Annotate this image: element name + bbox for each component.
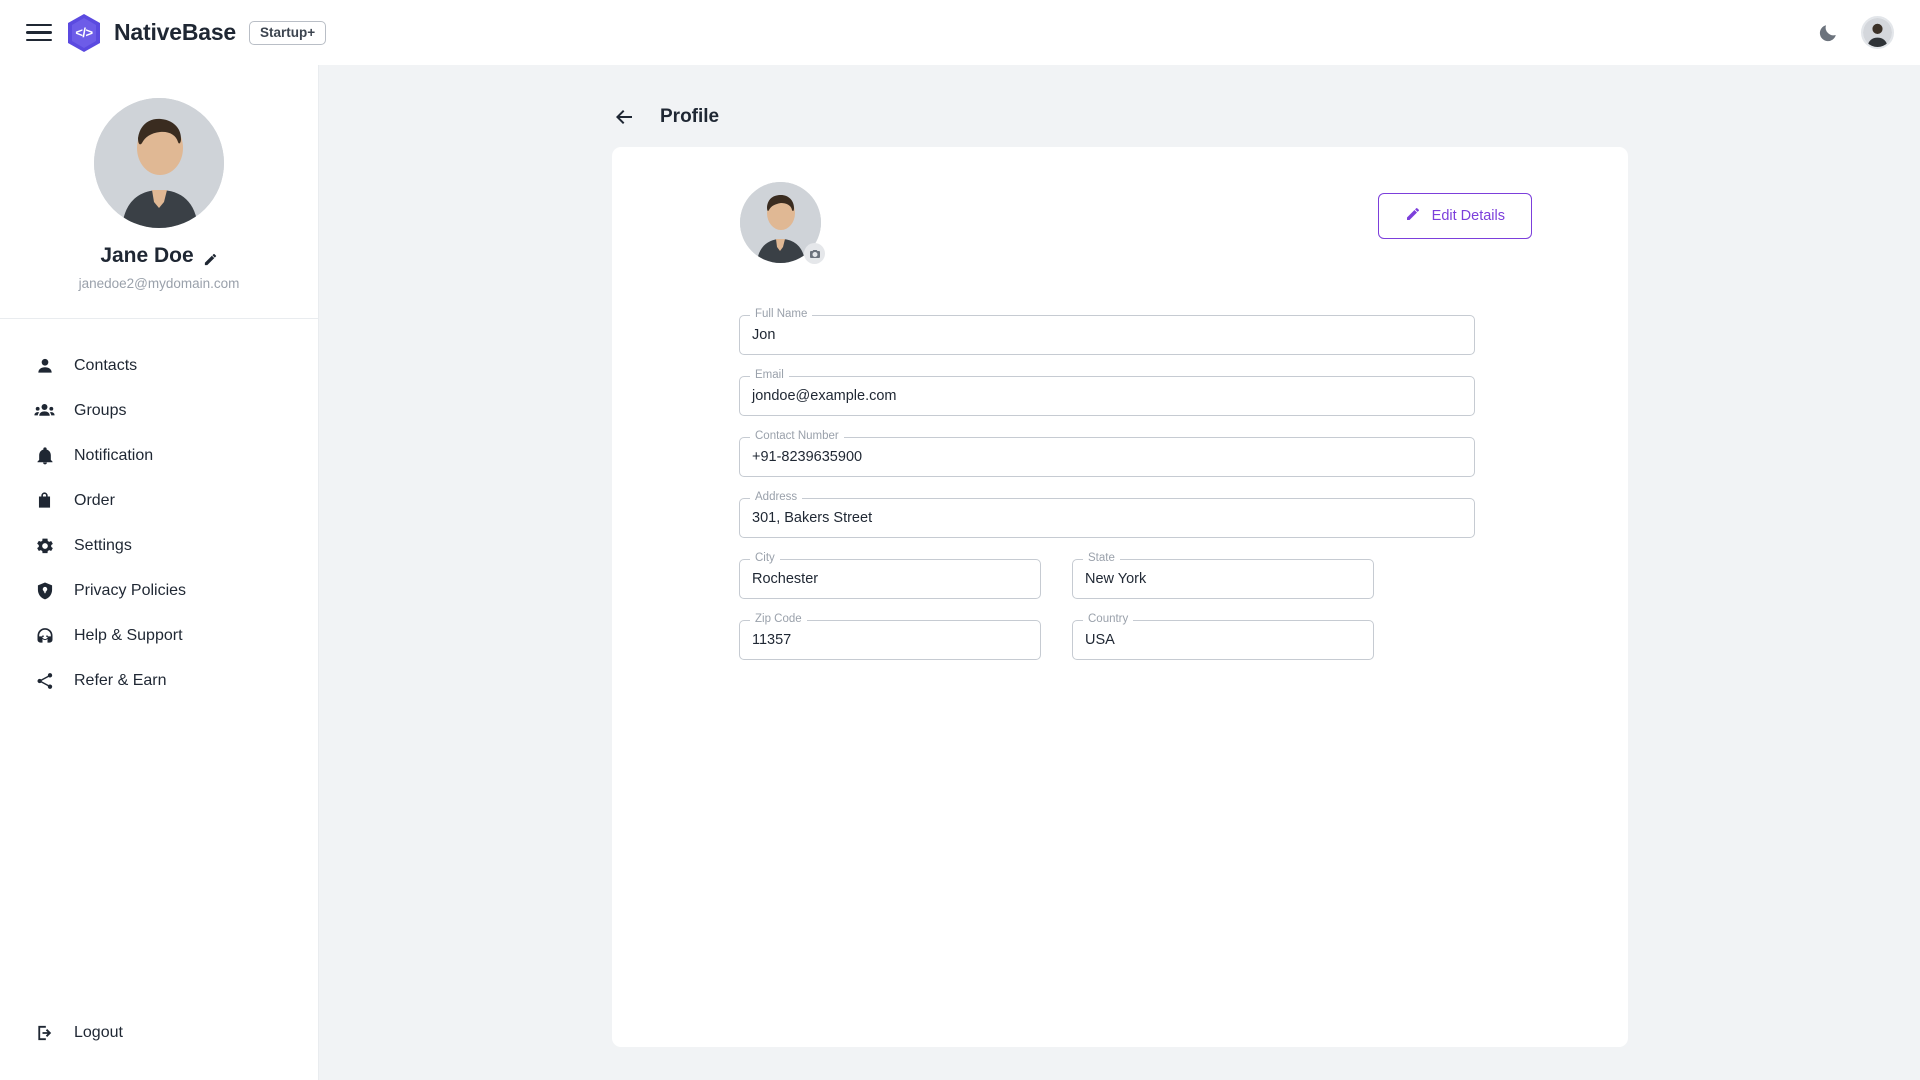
bell-icon xyxy=(34,445,55,466)
field-label: State xyxy=(1083,551,1120,565)
city-input[interactable]: Rochester xyxy=(739,559,1041,599)
contact-number-input[interactable]: +91-8239635900 xyxy=(739,437,1475,477)
moon-icon[interactable] xyxy=(1817,22,1839,44)
sidebar-item-label: Order xyxy=(74,491,115,509)
zip-code-input[interactable]: 11357 xyxy=(739,620,1041,660)
sidebar: Jane Doe janedoe2@mydomain.com Contacts xyxy=(0,65,319,1080)
field-label: Address xyxy=(750,490,803,504)
sidebar-item-label: Logout xyxy=(74,1023,123,1041)
sidebar-item-settings[interactable]: Settings xyxy=(0,523,318,568)
profile-avatar-wrapper xyxy=(740,182,825,264)
pencil-icon[interactable] xyxy=(203,249,218,265)
profile-form: Full Name Jon Email jondoe@example.com C… xyxy=(612,263,1475,681)
country-input[interactable]: USA xyxy=(1072,620,1374,660)
sidebar-item-groups[interactable]: Groups xyxy=(0,388,318,433)
pencil-icon xyxy=(1405,206,1421,226)
plan-badge: Startup+ xyxy=(249,20,327,45)
field-contact-number: Contact Number +91-8239635900 xyxy=(739,429,1475,477)
content-area: Profile Edit Details Full Name Jon Email… xyxy=(319,65,1920,1080)
field-full-name: Full Name Jon xyxy=(739,307,1475,355)
state-input[interactable]: New York xyxy=(1072,559,1374,599)
sidebar-logout-section: Logout xyxy=(0,1010,318,1080)
sidebar-profile: Jane Doe janedoe2@mydomain.com xyxy=(0,65,318,319)
sidebar-item-contacts[interactable]: Contacts xyxy=(0,343,318,388)
shield-icon xyxy=(34,580,55,601)
field-email: Email jondoe@example.com xyxy=(739,368,1475,416)
edit-details-label: Edit Details xyxy=(1431,208,1505,224)
sidebar-item-refer-earn[interactable]: Refer & Earn xyxy=(0,658,318,703)
field-label: City xyxy=(750,551,780,565)
headset-icon xyxy=(34,625,55,646)
logout-arrow-icon xyxy=(34,1022,55,1043)
email-input[interactable]: jondoe@example.com xyxy=(739,376,1475,416)
sidebar-nav: Contacts Groups Notification Order Setti… xyxy=(0,319,318,703)
sidebar-profile-name-row: Jane Doe xyxy=(0,244,318,268)
field-value: 301, Bakers Street xyxy=(752,510,873,526)
back-arrow-icon[interactable] xyxy=(612,105,636,129)
logo-code-glyph: </> xyxy=(75,25,93,40)
sidebar-item-logout[interactable]: Logout xyxy=(0,1010,318,1055)
edit-details-button[interactable]: Edit Details xyxy=(1377,193,1532,239)
sidebar-item-notification[interactable]: Notification xyxy=(0,433,318,478)
camera-icon[interactable] xyxy=(804,243,825,264)
sidebar-item-label: Help & Support xyxy=(74,626,183,644)
page-header: Profile xyxy=(319,65,1920,129)
sidebar-item-order[interactable]: Order xyxy=(0,478,318,523)
field-state: State New York xyxy=(1072,551,1374,599)
field-label: Email xyxy=(750,368,789,382)
field-value: Rochester xyxy=(752,571,819,587)
brand-title: NativeBase xyxy=(114,19,237,45)
gear-icon xyxy=(34,535,55,556)
address-input[interactable]: 301, Bakers Street xyxy=(739,498,1475,538)
avatar[interactable] xyxy=(1861,16,1894,49)
field-value: New York xyxy=(1085,571,1147,587)
field-value: +91-8239635900 xyxy=(752,449,863,465)
profile-photo[interactable] xyxy=(94,98,224,228)
field-label: Country xyxy=(1083,612,1134,626)
field-value: USA xyxy=(1085,632,1115,648)
field-value: 11357 xyxy=(752,632,792,648)
hamburger-menu-icon[interactable] xyxy=(26,23,52,43)
sidebar-item-privacy-policies[interactable]: Privacy Policies xyxy=(0,568,318,613)
field-label: Zip Code xyxy=(750,612,807,626)
people-group-icon xyxy=(34,400,55,421)
nativebase-hexagon-logo: </> xyxy=(66,13,102,53)
field-zip-code: Zip Code 11357 xyxy=(739,612,1041,660)
sidebar-item-label: Groups xyxy=(74,401,127,419)
sidebar-item-label: Privacy Policies xyxy=(74,581,187,599)
field-value: jondoe@example.com xyxy=(752,388,897,404)
field-city: City Rochester xyxy=(739,551,1041,599)
zip-country-row: Zip Code 11357 Country USA xyxy=(739,612,1374,681)
sidebar-profile-email: janedoe2@mydomain.com xyxy=(78,276,240,291)
sidebar-item-label: Notification xyxy=(74,446,154,464)
field-country: Country USA xyxy=(1072,612,1374,660)
sidebar-item-label: Contacts xyxy=(74,356,138,374)
city-state-row: City Rochester State New York xyxy=(739,551,1374,620)
share-icon xyxy=(34,670,55,691)
profile-card: Edit Details Full Name Jon Email jondoe@… xyxy=(612,147,1628,1047)
shopping-bag-icon xyxy=(34,490,55,511)
field-address: Address 301, Bakers Street xyxy=(739,490,1475,538)
field-label: Full Name xyxy=(750,307,813,321)
sidebar-item-label: Settings xyxy=(74,536,132,554)
profile-card-header: Edit Details xyxy=(612,147,1628,264)
full-name-input[interactable]: Jon xyxy=(739,315,1475,355)
field-value: Jon xyxy=(752,327,776,343)
sidebar-item-label: Refer & Earn xyxy=(74,671,167,689)
page-title: Profile xyxy=(660,106,720,127)
field-label: Contact Number xyxy=(750,429,844,443)
app-root: </> NativeBase Startup+ Jane Doe janedoe… xyxy=(0,0,1920,1080)
sidebar-profile-name: Jane Doe xyxy=(100,244,194,267)
person-icon xyxy=(34,355,55,376)
topbar-actions xyxy=(1817,16,1894,49)
top-bar: </> NativeBase Startup+ xyxy=(0,0,1920,65)
sidebar-item-help-support[interactable]: Help & Support xyxy=(0,613,318,658)
